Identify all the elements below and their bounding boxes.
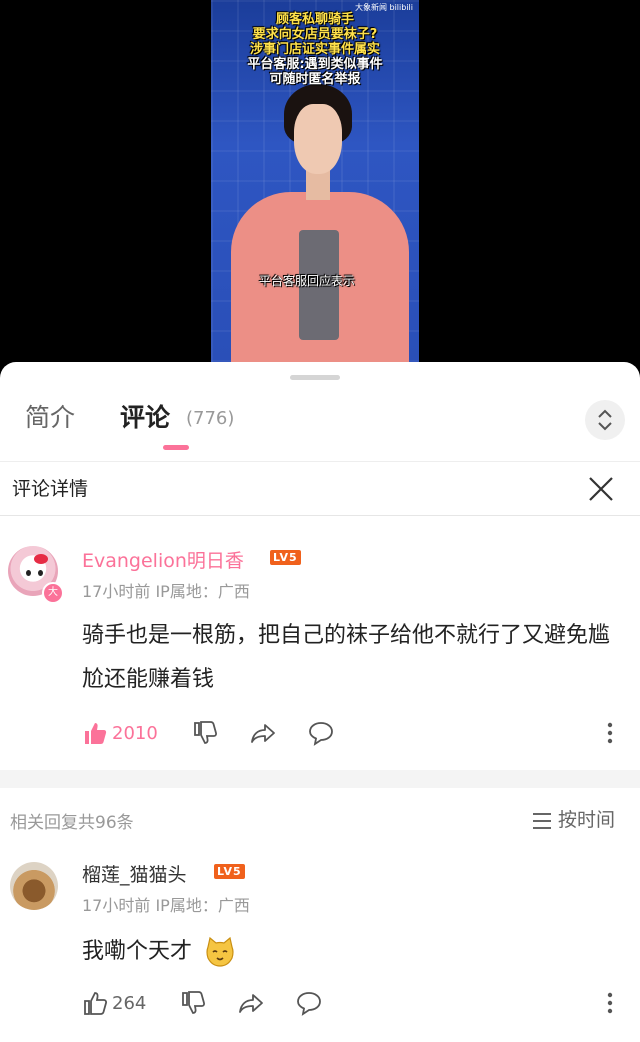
level-badge: LV5 — [214, 864, 245, 879]
reply-text: 我嘞个天才 — [82, 934, 237, 970]
headline-line: 涉事门店证实事件属实 — [249, 42, 380, 57]
drag-handle[interactable] — [290, 375, 340, 380]
expand-toggle-button[interactable] — [585, 400, 625, 440]
sort-button[interactable]: 按时间 — [532, 805, 615, 832]
like-count: 2010 — [112, 722, 158, 744]
avatar-bow — [34, 554, 48, 564]
avatar-eye — [26, 570, 31, 576]
divider — [0, 515, 640, 516]
level-badge: LV5 — [270, 550, 301, 565]
close-icon — [589, 477, 613, 501]
reply-bubble-icon[interactable] — [296, 990, 322, 1016]
thumbs-down-icon[interactable] — [192, 720, 218, 746]
headline-line: 顾客私聊骑手 — [275, 12, 354, 27]
avatar-eye — [38, 570, 43, 576]
reply-actions: 264 — [82, 988, 354, 1018]
share-icon[interactable] — [238, 990, 264, 1016]
thumbs-up-filled-icon[interactable] — [82, 720, 108, 746]
tab-comments[interactable]: 评论 — [120, 402, 170, 434]
chevron-up-down-icon — [598, 409, 612, 431]
comment-count: (776) — [186, 408, 235, 429]
video-headlines: 顾客私聊骑手 要求向女店员要袜子? 涉事门店证实事件属实 平台客服:遇到类似事件… — [211, 12, 419, 87]
headline-line: 可随时匿名举报 — [269, 72, 361, 87]
video-player[interactable]: 大象新闻 bilibili 顾客私聊骑手 要求向女店员要袜子? 涉事门店证实事件… — [0, 0, 640, 370]
comments-panel: 简介 评论 (776) 评论详情 大 Evangelion明日香 LV5 17小… — [0, 362, 640, 1042]
like-count: 264 — [112, 992, 147, 1014]
sort-lines-icon — [533, 812, 551, 829]
close-button[interactable] — [584, 472, 618, 506]
tab-intro[interactable]: 简介 — [25, 402, 75, 434]
avatar[interactable] — [10, 862, 58, 910]
replies-count: 相关回复共96条 — [10, 813, 134, 833]
sort-label: 按时间 — [558, 809, 616, 831]
reply-text-content: 我嘞个天才 — [82, 939, 193, 964]
username[interactable]: Evangelion明日香 — [82, 546, 244, 573]
divider — [0, 461, 640, 462]
share-icon[interactable] — [250, 720, 276, 746]
anchor-neck — [306, 170, 330, 200]
avatar-badge: 大 — [42, 582, 64, 604]
cat-face-emoji-icon — [206, 936, 234, 967]
page-title: 评论详情 — [12, 478, 89, 500]
comment-meta: 17小时前 IP属地：广西 — [82, 896, 250, 915]
headline-line: 平台客服:遇到类似事件 — [247, 57, 383, 72]
video-frame[interactable]: 大象新闻 bilibili 顾客私聊骑手 要求向女店员要袜子? 涉事门店证实事件… — [211, 0, 419, 362]
comment-actions: 2010 — [82, 718, 366, 748]
headline-line: 要求向女店员要袜子? — [252, 27, 378, 42]
tab-indicator — [163, 445, 189, 450]
section-separator — [0, 770, 640, 788]
comment-text: 骑手也是一根筋，把自己的袜子给他不就行了又避免尴尬还能赚着钱 — [82, 623, 611, 692]
anchor-face — [294, 104, 342, 174]
more-options-icon[interactable] — [600, 990, 620, 1016]
username[interactable]: 榴莲_猫猫头 — [82, 860, 187, 887]
thumbs-down-icon[interactable] — [180, 990, 206, 1016]
more-options-icon[interactable] — [600, 720, 620, 746]
video-subtitle: 平台客服回应表示 — [259, 274, 356, 288]
comment-meta: 17小时前 IP属地：广西 — [82, 582, 250, 601]
thumbs-up-icon[interactable] — [82, 990, 108, 1016]
reply-bubble-icon[interactable] — [308, 720, 334, 746]
